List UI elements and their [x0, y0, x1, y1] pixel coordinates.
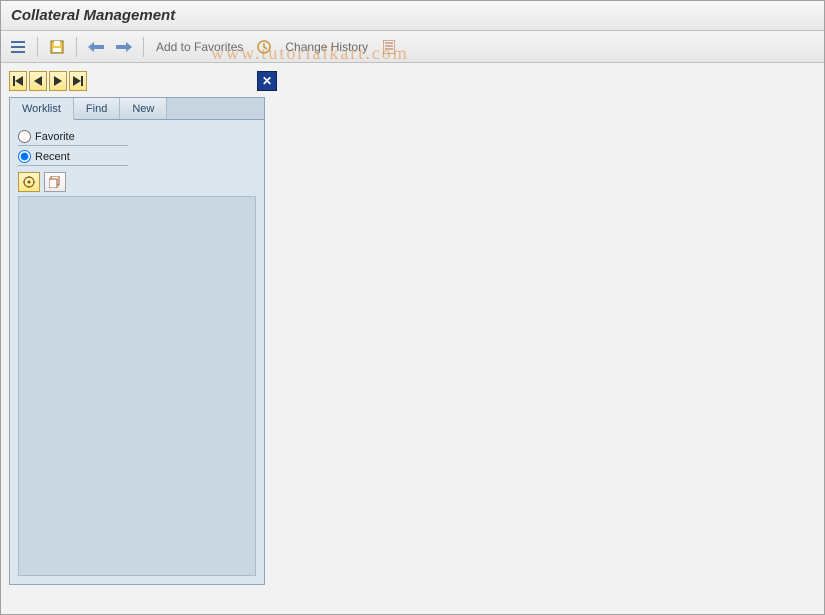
arrow-right-icon — [116, 42, 132, 52]
last-record-button[interactable] — [69, 71, 87, 91]
change-history-link[interactable]: Change History — [281, 38, 372, 56]
back-button[interactable] — [85, 36, 107, 58]
settings-icon — [23, 176, 35, 188]
last-icon — [73, 76, 83, 86]
main-toolbar: Add to Favorites Change History — [1, 31, 824, 63]
save-icon — [50, 40, 64, 54]
record-nav: ✕ — [9, 71, 816, 91]
separator — [37, 37, 38, 57]
tab-find[interactable]: Find — [74, 98, 120, 119]
radio-favorite[interactable] — [18, 130, 31, 143]
menu-button[interactable] — [7, 36, 29, 58]
tab-label: New — [132, 103, 154, 115]
close-icon: ✕ — [262, 74, 272, 88]
panel-tabs: Worklist Find New — [10, 98, 264, 120]
radio-recent[interactable] — [18, 150, 31, 163]
arrow-left-icon — [88, 42, 104, 52]
radio-recent-label: Recent — [35, 151, 70, 163]
menu-icon — [11, 41, 25, 53]
clock-button[interactable] — [253, 36, 275, 58]
panel-body: Favorite Recent — [10, 120, 264, 584]
next-record-button[interactable] — [49, 71, 67, 91]
tab-label: Find — [86, 103, 107, 115]
clock-icon — [257, 40, 271, 54]
forward-button[interactable] — [113, 36, 135, 58]
radio-favorite-label: Favorite — [35, 131, 75, 143]
radio-recent-row[interactable]: Recent — [18, 150, 128, 166]
mini-toolbar — [18, 172, 256, 192]
tab-worklist[interactable]: Worklist — [10, 98, 74, 120]
side-panel: Worklist Find New Favorite Recent — [9, 97, 265, 585]
worklist-list[interactable] — [18, 196, 256, 576]
document-icon — [383, 40, 395, 54]
save-button[interactable] — [46, 36, 68, 58]
page-title: Collateral Management — [11, 7, 175, 24]
first-icon — [13, 76, 23, 86]
copy-icon — [49, 176, 61, 188]
add-to-favorites-link[interactable]: Add to Favorites — [152, 38, 247, 56]
settings-button[interactable] — [18, 172, 40, 192]
next-icon — [54, 76, 62, 86]
radio-favorite-row[interactable]: Favorite — [18, 130, 128, 146]
prev-icon — [34, 76, 42, 86]
document-button[interactable] — [378, 36, 400, 58]
first-record-button[interactable] — [9, 71, 27, 91]
page-header: Collateral Management — [1, 1, 824, 31]
copy-button[interactable] — [44, 172, 66, 192]
separator — [76, 37, 77, 57]
prev-record-button[interactable] — [29, 71, 47, 91]
close-panel-button[interactable]: ✕ — [257, 71, 277, 91]
separator — [143, 37, 144, 57]
content-area: ✕ Worklist Find New Favorite Recent — [1, 63, 824, 593]
tab-new[interactable]: New — [120, 98, 167, 119]
tab-label: Worklist — [22, 103, 61, 115]
